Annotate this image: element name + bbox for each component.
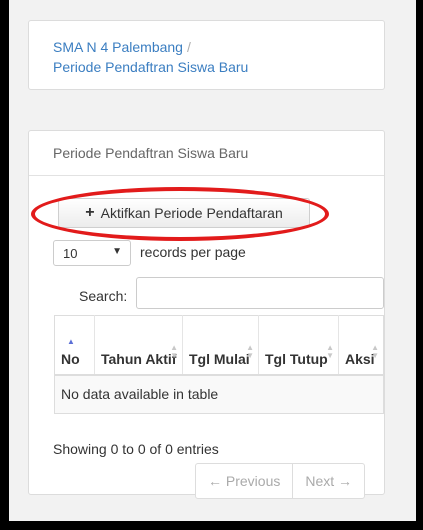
table-header-row: No ▲ Tahun Aktif ▲ ▼ Tgl Mulai ▲ ▼ Tgl Tut…: [54, 315, 384, 376]
sort-icon: ▲: [67, 337, 75, 346]
sort-icon: ▲ ▼: [170, 343, 178, 360]
column-header-tahun-aktif[interactable]: Tahun Aktif ▲ ▼: [94, 315, 183, 376]
column-header-no[interactable]: No ▲: [54, 315, 95, 376]
pagination: ← Previous Next →: [195, 463, 366, 499]
periods-table: No ▲ Tahun Aktif ▲ ▼ Tgl Mulai ▲ ▼ Tgl Tut…: [54, 315, 384, 414]
caret-down-icon: ▼: [112, 246, 122, 257]
column-header-tgl-mulai[interactable]: Tgl Mulai ▲ ▼: [182, 315, 259, 376]
entries-info: Showing 0 to 0 of 0 entries: [53, 441, 219, 457]
column-header-tgl-tutup[interactable]: Tgl Tutup ▲ ▼: [258, 315, 339, 376]
activate-period-label: Aktifkan Periode Pendaftaran: [100, 205, 283, 221]
breadcrumb-current-page[interactable]: Periode Pendaftran Siswa Baru: [53, 59, 248, 75]
table-row: No data available in table: [54, 374, 384, 414]
empty-table-message: No data available in table: [54, 374, 384, 414]
search-input[interactable]: [136, 277, 384, 309]
panel-title: Periode Pendaftran Siswa Baru: [29, 131, 384, 176]
previous-page-button[interactable]: ← Previous: [196, 464, 292, 498]
records-per-page-value: 10: [63, 246, 78, 261]
breadcrumb-panel: SMA N 4 Palembang / Periode Pendaftran Si…: [28, 20, 385, 90]
breadcrumb: SMA N 4 Palembang / Periode Pendaftran Si…: [53, 37, 248, 77]
records-per-page-select[interactable]: 10 ▼: [53, 240, 131, 266]
next-page-button[interactable]: Next →: [292, 464, 364, 498]
column-header-aksi[interactable]: Aksi ▲ ▼: [338, 315, 384, 376]
plus-icon: +: [85, 204, 95, 221]
search-label: Search:: [79, 288, 128, 304]
activate-period-button[interactable]: + Aktifkan Periode Pendaftaran: [58, 198, 310, 228]
sort-icon: ▲ ▼: [371, 343, 379, 360]
records-per-page-label: records per page: [140, 244, 246, 260]
breadcrumb-school-link[interactable]: SMA N 4 Palembang: [53, 39, 183, 55]
breadcrumb-separator: /: [186, 39, 191, 55]
sort-icon: ▲ ▼: [326, 343, 334, 360]
sort-icon: ▲ ▼: [246, 343, 254, 360]
